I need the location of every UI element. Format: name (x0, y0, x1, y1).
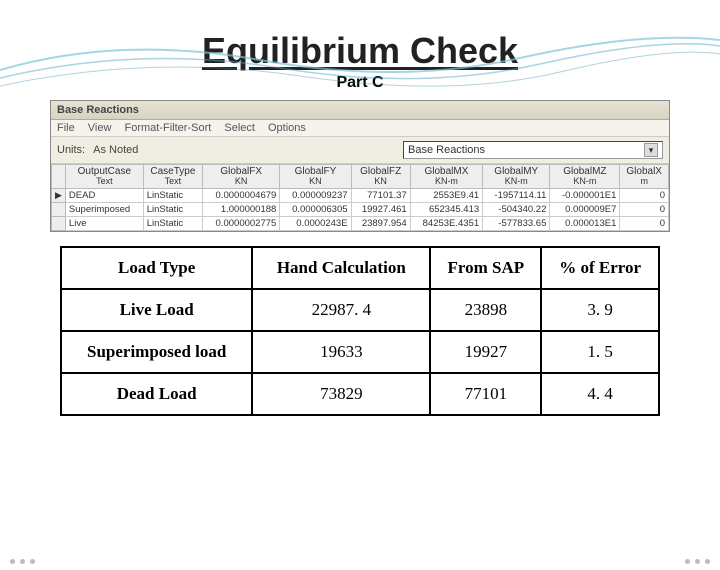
grid-row[interactable]: ▶DEADLinStatic0.00000046790.000009237771… (52, 188, 669, 202)
grid-column-header: GlobalMYKN-m (483, 165, 550, 189)
grid-column-header: OutputCaseText (65, 165, 143, 189)
grid-cell: 19927.461 (351, 202, 410, 216)
grid-cell: 0.000006305 (280, 202, 351, 216)
grid-cell: LinStatic (143, 202, 202, 216)
grid-cell: 0.0000004679 (203, 188, 280, 202)
comp-cell: Dead Load (61, 373, 252, 415)
page-indicator-right (685, 559, 710, 564)
sap-window: Base Reactions File View Format-Filter-S… (50, 100, 670, 232)
menu-view[interactable]: View (88, 122, 112, 134)
comp-header: From SAP (430, 247, 541, 289)
grid-cell: 0.000009E7 (550, 202, 620, 216)
grid-cell: 84253E.4351 (410, 216, 482, 230)
comp-header: Load Type (61, 247, 252, 289)
grid-cell: 0 (620, 202, 669, 216)
grid-cell: 0 (620, 188, 669, 202)
reaction-dropdown[interactable]: Base Reactions ▾ (403, 141, 663, 159)
grid-cell: 23897.954 (351, 216, 410, 230)
menu-select[interactable]: Select (224, 122, 255, 134)
grid-row[interactable]: SuperimposedLinStatic1.0000001880.000006… (52, 202, 669, 216)
menu-options[interactable]: Options (268, 122, 306, 134)
units-value: As Noted (93, 144, 138, 156)
row-marker (52, 202, 66, 216)
grid-cell: LinStatic (143, 188, 202, 202)
grid-column-header: GlobalXm (620, 165, 669, 189)
comp-cell: 77101 (430, 373, 541, 415)
comp-cell: 3. 9 (541, 289, 659, 331)
sap-menubar: File View Format-Filter-Sort Select Opti… (51, 120, 669, 137)
grid-cell: -1957114.11 (483, 188, 550, 202)
grid-cell: Superimposed (65, 202, 143, 216)
grid-cell: 0 (620, 216, 669, 230)
page-indicator-left (10, 559, 35, 564)
sap-toolbar: Units: As Noted Base Reactions ▾ (51, 137, 669, 164)
grid-cell: -0.000001E1 (550, 188, 620, 202)
row-marker: ▶ (52, 188, 66, 202)
comp-cell: 73829 (252, 373, 430, 415)
grid-cell: -504340.22 (483, 202, 550, 216)
grid-column-header: CaseTypeText (143, 165, 202, 189)
grid-cell: DEAD (65, 188, 143, 202)
table-row: Dead Load73829771014. 4 (61, 373, 659, 415)
comp-cell: 4. 4 (541, 373, 659, 415)
grid-cell: 0.000009237 (280, 188, 351, 202)
grid-cell: 2553E9.41 (410, 188, 482, 202)
row-handle-header (52, 165, 66, 189)
grid-cell: 77101.37 (351, 188, 410, 202)
grid-column-header: GlobalMZKN-m (550, 165, 620, 189)
grid-cell: Live (65, 216, 143, 230)
menu-format[interactable]: Format-Filter-Sort (125, 122, 212, 134)
grid-cell: 652345.413 (410, 202, 482, 216)
comp-cell: 22987. 4 (252, 289, 430, 331)
page-title: Equilibrium Check (0, 30, 720, 72)
grid-cell: LinStatic (143, 216, 202, 230)
comp-header: Hand Calculation (252, 247, 430, 289)
sap-window-title: Base Reactions (51, 101, 669, 120)
comp-cell: Superimposed load (61, 331, 252, 373)
comp-cell: 23898 (430, 289, 541, 331)
grid-cell: 0.0000243E (280, 216, 351, 230)
table-row: Live Load22987. 4238983. 9 (61, 289, 659, 331)
dropdown-value: Base Reactions (408, 144, 485, 156)
grid-cell: 0.000013E1 (550, 216, 620, 230)
comp-cell: 19927 (430, 331, 541, 373)
page-subtitle: Part C (0, 74, 720, 92)
grid-cell: 1.000000188 (203, 202, 280, 216)
comparison-table: Load TypeHand CalculationFrom SAP% of Er… (60, 246, 660, 416)
grid-column-header: GlobalFXKN (203, 165, 280, 189)
comp-cell: Live Load (61, 289, 252, 331)
grid-column-header: GlobalMXKN-m (410, 165, 482, 189)
comp-header: % of Error (541, 247, 659, 289)
grid-cell: -577833.65 (483, 216, 550, 230)
grid-column-header: GlobalFZKN (351, 165, 410, 189)
comp-cell: 19633 (252, 331, 430, 373)
units-label: Units: (57, 144, 85, 156)
table-row: Superimposed load19633199271. 5 (61, 331, 659, 373)
sap-grid: OutputCaseTextCaseTypeTextGlobalFXKNGlob… (51, 164, 669, 231)
row-marker (52, 216, 66, 230)
chevron-down-icon: ▾ (644, 143, 658, 157)
menu-file[interactable]: File (57, 122, 75, 134)
grid-cell: 0.0000002775 (203, 216, 280, 230)
grid-row[interactable]: LiveLinStatic0.00000027750.0000243E23897… (52, 216, 669, 230)
grid-column-header: GlobalFYKN (280, 165, 351, 189)
comp-cell: 1. 5 (541, 331, 659, 373)
